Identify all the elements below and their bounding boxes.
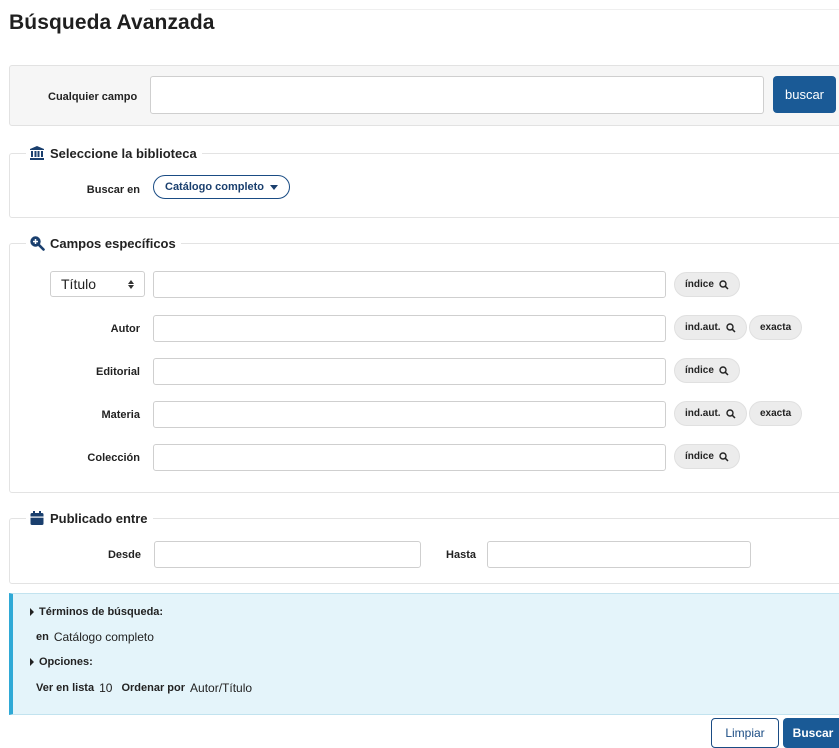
any-field-label: Cualquier campo [48,91,138,103]
field-type-value: Título [61,276,97,292]
search-in-label: Buscar en [86,184,140,196]
order-label: Ordenar por [121,682,186,694]
page-title: Búsqueda Avanzada [9,11,215,34]
library-legend: Seleccione la biblioteca [26,145,202,161]
chip-label: exacta [760,322,792,333]
any-field-panel: Cualquier campo buscar [9,65,839,126]
specific-fields-fieldset: Campos específicos Título índice Autor i… [9,235,839,493]
subject-label: Materia [101,409,140,421]
field-type-select[interactable]: Título [50,271,145,297]
published-fieldset: Publicado entre Desde Hasta [9,510,839,584]
options-line: Ver en lista 10 Ordenar por Autor/Título [36,681,252,695]
from-year-input[interactable] [154,541,421,568]
collection-index-button[interactable]: índice [674,444,740,469]
specific-legend-text: Campos específicos [50,235,176,251]
search-summary-panel: Términos de búsqueda: en Catálogo comple… [9,593,839,715]
order-value: Autor/Título [190,681,253,695]
library-legend-text: Seleccione la biblioteca [50,145,197,161]
search-button[interactable]: Buscar [783,718,839,748]
published-legend: Publicado entre [26,510,153,526]
title-input[interactable] [153,271,666,298]
terms-toggle[interactable]: Términos de búsqueda: [30,606,163,618]
any-field-input[interactable] [150,76,764,114]
caret-down-icon [270,184,279,190]
caret-right-icon [30,658,34,666]
subject-index-button[interactable]: ind.aut. [674,401,747,426]
terms-label: Términos de búsqueda: [39,606,164,618]
published-legend-text: Publicado entre [50,510,148,526]
from-label: Desde [107,549,141,561]
specific-legend: Campos específicos [26,235,181,251]
library-dropdown[interactable]: Catálogo completo [153,175,291,199]
chip-label: ind.aut. [685,322,721,333]
library-dropdown-value: Catálogo completo [165,181,265,193]
in-value: Catálogo completo [53,630,154,644]
calendar-icon [30,511,44,525]
quick-search-button[interactable]: buscar [773,76,836,113]
clear-button[interactable]: Limpiar [711,718,779,748]
collection-label: Colección [87,452,140,464]
search-plus-icon [30,236,45,251]
publisher-label: Editorial [95,366,140,378]
publisher-index-button[interactable]: índice [674,358,740,383]
author-exact-button[interactable]: exacta [749,315,803,340]
subject-exact-button[interactable]: exacta [749,401,803,426]
caret-right-icon [30,608,34,616]
library-icon [30,146,44,160]
terms-line: en Catálogo completo [36,630,154,644]
search-icon [725,408,736,419]
search-icon [719,279,729,290]
options-toggle[interactable]: Opciones: [30,656,93,668]
publisher-input[interactable] [153,358,666,385]
list-value: 10 [99,681,113,695]
subject-input[interactable] [153,401,666,428]
chip-label: índice [685,451,714,462]
author-label: Autor [110,323,140,335]
author-input[interactable] [153,315,666,342]
select-arrows-icon [128,279,134,289]
chip-label: índice [685,365,714,376]
to-label: Hasta [446,549,476,561]
top-divider [150,9,839,10]
chip-label: índice [685,279,714,290]
chip-label: ind.aut. [685,408,721,419]
search-icon [725,322,736,333]
search-icon [719,365,729,376]
author-index-button[interactable]: ind.aut. [674,315,747,340]
chip-label: exacta [760,408,792,419]
collection-input[interactable] [153,444,666,471]
to-year-input[interactable] [487,541,751,568]
list-label: Ver en lista [36,682,95,694]
library-fieldset: Seleccione la biblioteca Buscar en Catál… [9,145,839,218]
search-icon [719,451,729,462]
options-label: Opciones: [39,656,93,668]
title-index-button[interactable]: índice [674,272,740,297]
in-prefix: en [36,631,49,643]
